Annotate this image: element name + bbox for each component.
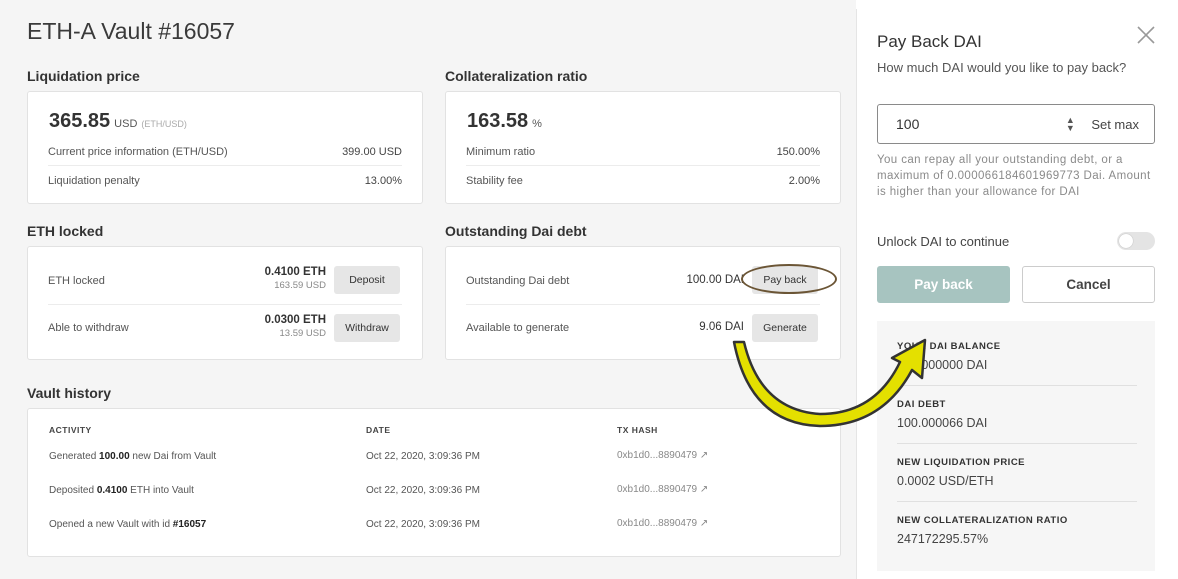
summary-collateralization-ratio: NEW COLLATERALIZATION RATIO 247172295.57… <box>897 515 1137 546</box>
summary-value: 0.0002 USD/ETH <box>897 474 994 488</box>
set-max-button[interactable]: Set max <box>1077 117 1154 132</box>
divider <box>48 165 402 166</box>
current-price-value: 399.00 USD <box>342 146 402 158</box>
history-card: ACTIVITY DATE TX HASH Generated 100.00 n… <box>27 408 841 557</box>
summary-value: 247172295.57% <box>897 532 989 546</box>
collateral-value: 163.58 <box>467 110 529 132</box>
outstanding-debt-amount: 100.00 DAI <box>686 274 744 286</box>
withdraw-button[interactable]: Withdraw <box>334 314 400 342</box>
stability-fee-value: 2.00% <box>788 175 820 187</box>
eth-locked-amount: 0.4100 ETH 163.59 USD <box>228 266 326 291</box>
divider <box>466 165 820 166</box>
history-date: Oct 22, 2020, 3:09:36 PM <box>366 451 480 462</box>
history-tx-link[interactable]: 0xb1d0...8890479 ↗ <box>617 484 708 495</box>
pay-back-highlight-circle <box>741 264 837 294</box>
history-col-tx: TX HASH <box>617 425 658 435</box>
eth-locked-card: ETH locked 0.4100 ETH 163.59 USD Deposit… <box>27 246 423 360</box>
stability-fee-row: Stability fee 2.00% <box>446 173 840 189</box>
liquidation-value: 365.85 <box>49 110 111 132</box>
history-col-activity: ACTIVITY <box>49 425 92 435</box>
able-to-withdraw-amount-usd: 13.59 USD <box>279 328 326 339</box>
divider <box>48 304 402 305</box>
collateral-unit: % <box>532 118 542 130</box>
liquidation-penalty-label: Liquidation penalty <box>48 175 140 187</box>
collateral-heading: Collateralization ratio <box>445 68 588 84</box>
liquidation-card: 365.85 USD (ETH/USD) Current price infor… <box>27 91 423 204</box>
toggle-knob <box>1119 234 1133 248</box>
outstanding-debt-label: Outstanding Dai debt <box>466 275 570 287</box>
close-icon[interactable] <box>1135 24 1157 46</box>
divider <box>466 304 820 305</box>
eth-locked-amount-value: 0.4100 ETH <box>264 266 326 278</box>
history-activity: Opened a new Vault with id #16057 <box>49 519 207 530</box>
current-price-label: Current price information (ETH/USD) <box>48 146 228 158</box>
summary-liquidation-price: NEW LIQUIDATION PRICE 0.0002 USD/ETH <box>897 457 1137 488</box>
spinner-icon[interactable]: ▲ ▼ <box>1063 116 1077 133</box>
liquidation-penalty-row: Liquidation penalty 13.00% <box>28 173 422 189</box>
able-to-withdraw-amount-value: 0.0300 ETH <box>264 314 326 326</box>
history-tx-link[interactable]: 0xb1d0...8890479 ↗ <box>617 518 708 529</box>
liquidation-unit: USD <box>114 118 138 130</box>
summary-label: NEW LIQUIDATION PRICE <box>897 457 1026 468</box>
current-price-row: Current price information (ETH/USD) 399.… <box>28 144 422 160</box>
arrow-annotation-icon <box>732 338 927 428</box>
minimum-ratio-value: 150.00% <box>776 146 820 158</box>
history-date: Oct 22, 2020, 3:09:36 PM <box>366 485 480 496</box>
able-to-withdraw-amount: 0.0300 ETH 13.59 USD <box>228 314 326 339</box>
debt-heading: Outstanding Dai debt <box>445 223 587 239</box>
liquidation-subunit: (ETH/USD) <box>141 119 187 129</box>
history-activity: Generated 100.00 new Dai from Vault <box>49 451 217 462</box>
page-title: ETH-A Vault #16057 <box>27 18 235 44</box>
minimum-ratio-label: Minimum ratio <box>466 146 536 158</box>
drawer-question: How much DAI would you like to pay back? <box>877 60 1127 75</box>
amount-input-value[interactable]: 100 <box>878 116 1063 132</box>
drawer-cancel-button[interactable]: Cancel <box>1022 266 1155 303</box>
history-date: Oct 22, 2020, 3:09:36 PM <box>366 519 480 530</box>
history-col-date: DATE <box>366 425 391 435</box>
history-heading: Vault history <box>27 385 112 401</box>
eth-locked-amount-usd: 163.59 USD <box>274 280 326 291</box>
history-tx-link[interactable]: 0xb1d0...8890479 ↗ <box>617 450 708 461</box>
liquidation-heading: Liquidation price <box>27 68 140 84</box>
divider <box>897 501 1137 502</box>
drawer-title: Pay Back DAI <box>877 32 982 51</box>
pay-back-drawer: Pay Back DAI How much DAI would you like… <box>856 9 1176 579</box>
divider <box>897 443 1137 444</box>
eth-locked-heading: ETH locked <box>27 223 104 239</box>
drawer-note: You can repay all your outstanding debt,… <box>877 154 1151 198</box>
amount-input[interactable]: 100 ▲ ▼ Set max <box>877 104 1155 144</box>
vault-main: ETH-A Vault #16057 Liquidation price 365… <box>0 0 856 579</box>
stability-fee-label: Stability fee <box>466 175 523 187</box>
deposit-button[interactable]: Deposit <box>334 266 400 294</box>
available-to-generate-label: Available to generate <box>466 322 570 334</box>
unlock-label: Unlock DAI to continue <box>877 234 1010 249</box>
minimum-ratio-row: Minimum ratio 150.00% <box>446 144 840 160</box>
history-activity: Deposited 0.4100 ETH into Vault <box>49 485 194 496</box>
collateral-card: 163.58 % Minimum ratio 150.00% Stability… <box>445 91 841 204</box>
summary-label: NEW COLLATERALIZATION RATIO <box>897 515 1068 526</box>
unlock-toggle[interactable] <box>1117 232 1155 250</box>
liquidation-penalty-value: 13.00% <box>364 175 402 187</box>
drawer-pay-back-button[interactable]: Pay back <box>877 266 1010 303</box>
